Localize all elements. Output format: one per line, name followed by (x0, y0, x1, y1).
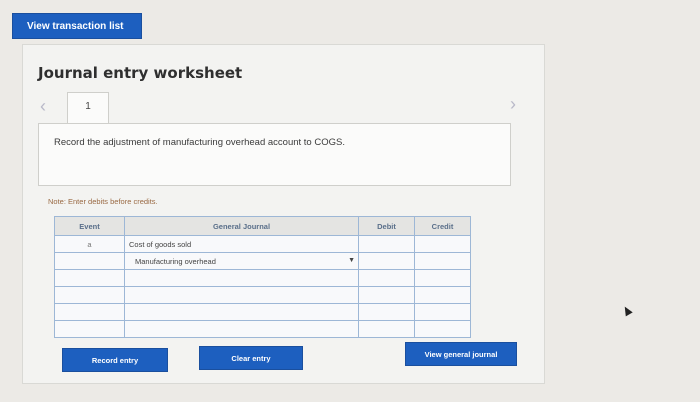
credit-field[interactable] (414, 252, 471, 270)
account-field[interactable] (124, 303, 359, 321)
table-row: Manufacturing overhead ▼ (54, 252, 471, 270)
event-cell (54, 269, 125, 287)
debit-field[interactable] (358, 269, 415, 287)
table-row (54, 286, 471, 304)
credit-field[interactable] (414, 286, 471, 304)
view-general-journal-button[interactable]: View general journal (405, 342, 517, 366)
credit-field[interactable] (414, 303, 471, 321)
page-title: Journal entry worksheet (38, 64, 243, 82)
chevron-left-icon[interactable]: ‹ (40, 96, 46, 117)
mouse-pointer-icon (621, 304, 633, 317)
debit-field[interactable] (358, 235, 415, 253)
instruction-box (38, 123, 511, 186)
table-row: a Cost of goods sold (54, 235, 471, 253)
debit-field[interactable] (358, 303, 415, 321)
credit-field[interactable] (414, 320, 471, 338)
event-cell: a (54, 235, 125, 253)
account-field[interactable] (124, 269, 359, 287)
instruction-text: Record the adjustment of manufacturing o… (54, 137, 345, 148)
tab-entry-1[interactable]: 1 (67, 92, 109, 124)
credit-field[interactable] (414, 235, 471, 253)
event-cell (54, 252, 125, 270)
account-field-text: Manufacturing overhead (135, 256, 216, 266)
credit-field[interactable] (414, 269, 471, 287)
chevron-right-icon[interactable]: › (510, 94, 516, 115)
header-debit: Debit (358, 216, 415, 236)
event-cell (54, 320, 125, 338)
account-field[interactable] (124, 320, 359, 338)
account-field[interactable] (124, 286, 359, 304)
record-entry-button[interactable]: Record entry (62, 348, 168, 372)
event-cell (54, 286, 125, 304)
event-cell (54, 303, 125, 321)
header-credit: Credit (414, 216, 471, 236)
clear-entry-button[interactable]: Clear entry (199, 346, 303, 370)
debit-field[interactable] (358, 320, 415, 338)
caret-down-icon[interactable]: ▼ (348, 257, 355, 264)
debit-field[interactable] (358, 286, 415, 304)
account-field[interactable]: Manufacturing overhead ▼ (124, 252, 359, 270)
table-row (54, 320, 471, 338)
view-transaction-list-button[interactable]: View transaction list (12, 13, 142, 39)
header-general-journal: General Journal (124, 216, 359, 236)
journal-table: Event General Journal Debit Credit a Cos… (54, 216, 471, 338)
header-event: Event (54, 216, 125, 236)
note-text: Note: Enter debits before credits. (48, 197, 158, 206)
table-row (54, 269, 471, 287)
account-field[interactable]: Cost of goods sold (124, 235, 359, 253)
debit-field[interactable] (358, 252, 415, 270)
table-row (54, 303, 471, 321)
table-header-row: Event General Journal Debit Credit (54, 216, 471, 236)
